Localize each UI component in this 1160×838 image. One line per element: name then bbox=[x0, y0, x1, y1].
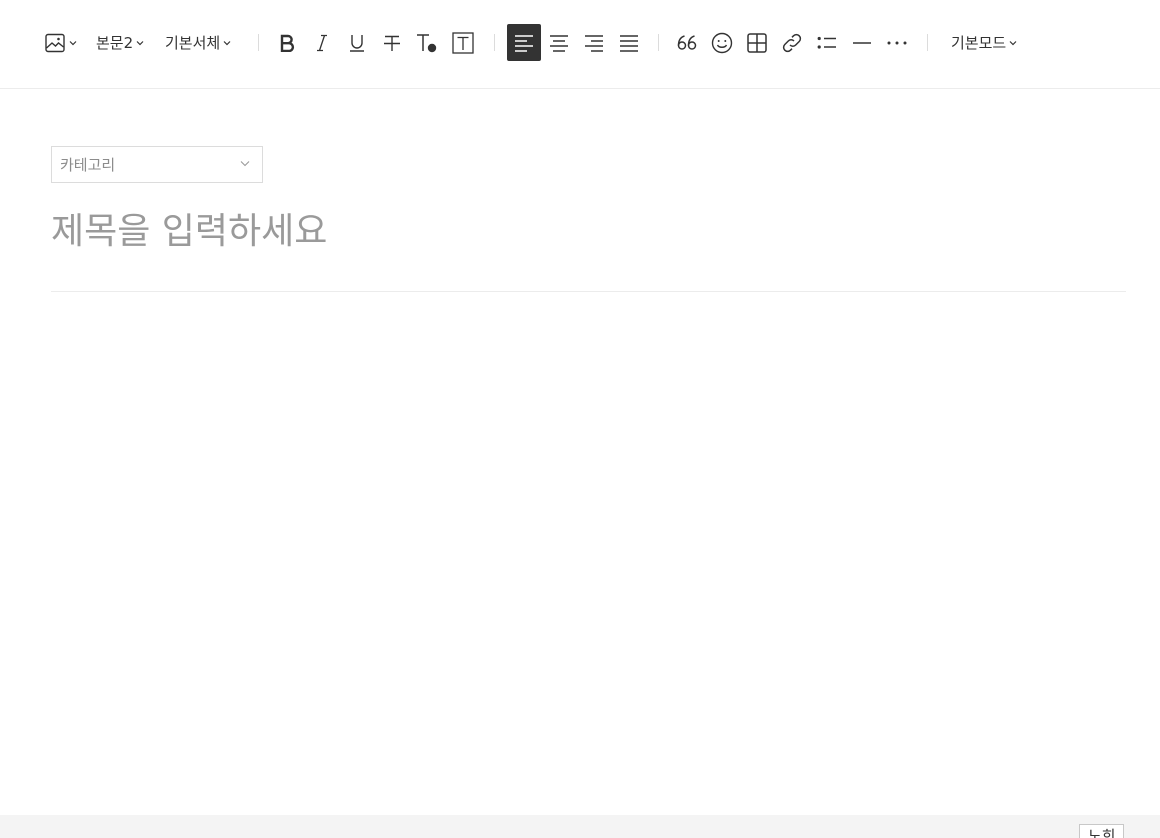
text-color-button[interactable] bbox=[410, 24, 444, 61]
table-icon bbox=[747, 32, 767, 53]
chevron-down-icon bbox=[1009, 40, 1017, 45]
list-button[interactable] bbox=[810, 24, 844, 61]
chevron-down-icon bbox=[69, 40, 77, 45]
align-justify-button[interactable] bbox=[612, 24, 646, 61]
toolbar-divider bbox=[258, 34, 259, 51]
list-icon bbox=[817, 36, 836, 49]
italic-button[interactable] bbox=[305, 24, 339, 61]
italic-icon bbox=[317, 34, 327, 51]
align-justify-icon bbox=[620, 34, 638, 52]
footer-button-label: 노희 bbox=[1088, 827, 1116, 838]
chevron-down-icon bbox=[136, 40, 144, 45]
editor-mode-dropdown[interactable]: 기본모드 bbox=[951, 24, 1017, 61]
horizontal-line-button[interactable] bbox=[845, 24, 879, 61]
align-center-button[interactable] bbox=[542, 24, 576, 61]
strikethrough-button[interactable] bbox=[375, 24, 409, 61]
title-input[interactable]: 제목을 입력하세요 bbox=[51, 204, 1126, 264]
align-right-icon bbox=[585, 34, 603, 52]
align-right-button[interactable] bbox=[577, 24, 611, 61]
image-insert-button[interactable] bbox=[44, 24, 78, 61]
quote-button[interactable] bbox=[670, 24, 704, 61]
footer-button[interactable]: 노희 bbox=[1079, 824, 1124, 838]
align-left-icon bbox=[515, 34, 533, 52]
bold-button[interactable] bbox=[270, 24, 304, 61]
underline-button[interactable] bbox=[340, 24, 374, 61]
editor-footer: 노희 bbox=[0, 815, 1160, 838]
chevron-down-icon bbox=[223, 40, 231, 45]
more-button[interactable] bbox=[880, 24, 914, 61]
title-divider bbox=[51, 291, 1126, 292]
text-background-button[interactable] bbox=[446, 24, 480, 61]
horizontal-line-icon bbox=[853, 41, 871, 44]
font-family-dropdown[interactable]: 기본서체 bbox=[165, 24, 231, 61]
emoticon-icon bbox=[711, 32, 733, 53]
text-background-icon bbox=[452, 31, 474, 54]
strikethrough-icon bbox=[384, 35, 400, 51]
text-color-icon bbox=[417, 33, 437, 52]
underline-icon bbox=[350, 34, 364, 52]
category-select[interactable]: 카테고리 bbox=[51, 146, 263, 183]
emoticon-button[interactable] bbox=[705, 24, 739, 61]
text-style-dropdown[interactable]: 본문2 bbox=[96, 24, 144, 61]
quote-icon bbox=[677, 34, 697, 50]
table-button[interactable] bbox=[740, 24, 774, 61]
align-center-icon bbox=[550, 34, 568, 52]
align-left-button[interactable] bbox=[507, 24, 541, 61]
editor-mode-label: 기본모드 bbox=[951, 34, 1007, 52]
font-family-label: 기본서체 bbox=[165, 34, 221, 52]
chevron-down-icon bbox=[240, 161, 250, 167]
toolbar-divider bbox=[494, 34, 495, 51]
bold-icon bbox=[280, 34, 295, 52]
title-placeholder: 제목을 입력하세요 bbox=[51, 211, 328, 252]
link-button[interactable] bbox=[775, 24, 809, 61]
link-icon bbox=[782, 33, 802, 52]
text-style-label: 본문2 bbox=[96, 34, 134, 52]
toolbar-divider bbox=[927, 34, 928, 51]
image-icon bbox=[45, 33, 65, 52]
toolbar-divider bbox=[658, 34, 659, 51]
content-editor[interactable] bbox=[51, 310, 1126, 800]
category-placeholder: 카테고리 bbox=[60, 156, 116, 174]
editor-toolbar: 본문2 기본서체 기본모드 bbox=[0, 0, 1160, 89]
more-icon bbox=[887, 41, 907, 44]
